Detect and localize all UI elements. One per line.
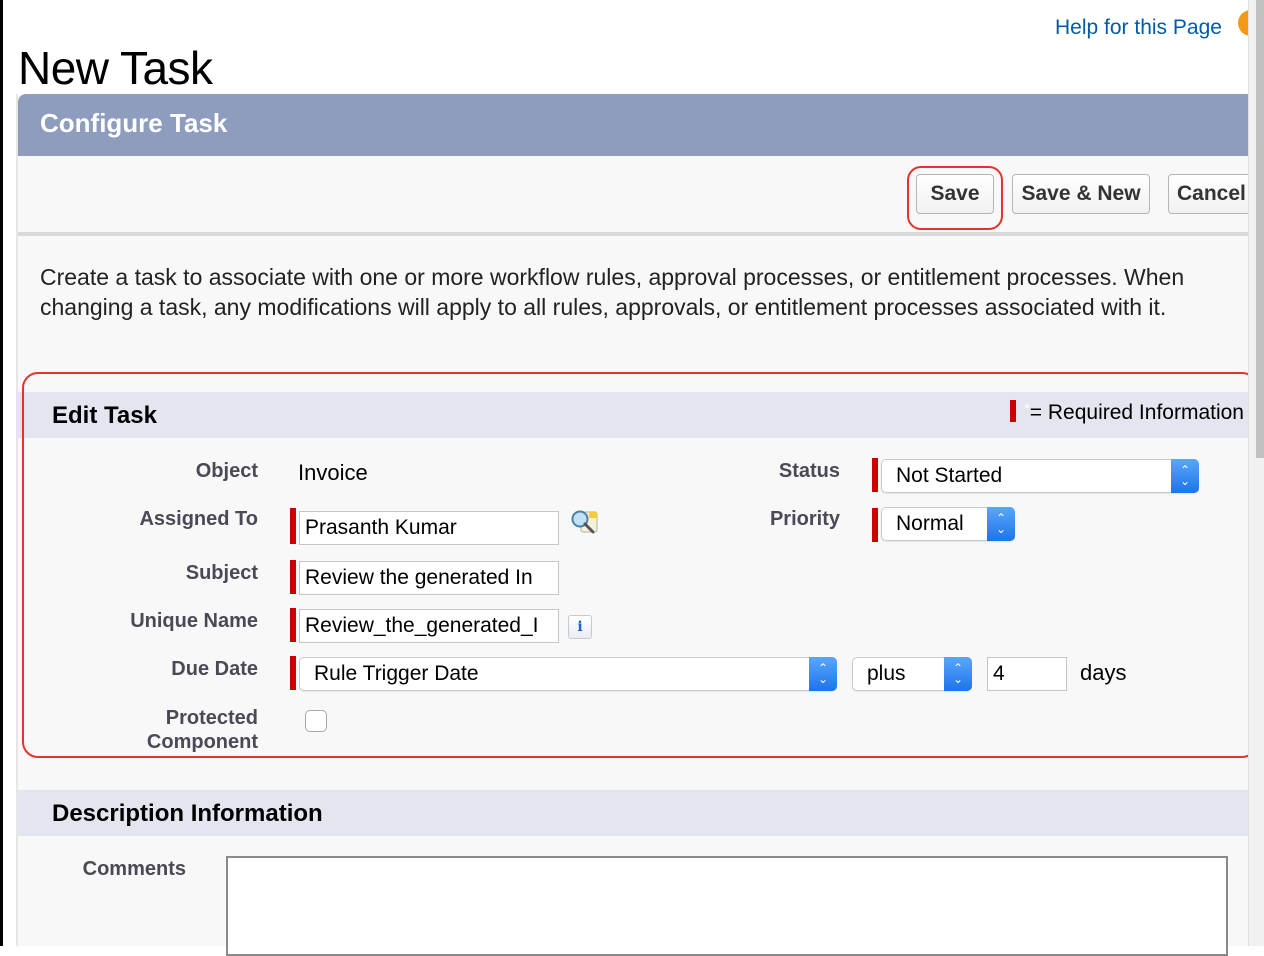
edit-task-annotation-outline xyxy=(22,372,1258,758)
configure-task-panel: Configure Task Save Save & New Cancel Cr… xyxy=(16,94,1258,956)
window-left-edge xyxy=(0,0,3,946)
description-header: Description Information xyxy=(18,790,1250,836)
save-annotation-outline xyxy=(907,166,1003,230)
help-link[interactable]: Help for this Page xyxy=(1055,16,1222,40)
panel-header: Configure Task xyxy=(18,94,1250,156)
cancel-button[interactable]: Cancel xyxy=(1168,174,1252,214)
page-title: New Task xyxy=(18,41,213,94)
panel-title: Configure Task xyxy=(40,108,228,138)
comments-label: Comments xyxy=(82,858,186,880)
scrollbar-thumb[interactable] xyxy=(1256,0,1264,458)
description-title: Description Information xyxy=(52,800,323,827)
comments-textarea[interactable] xyxy=(226,856,1228,956)
button-bar: Save Save & New Cancel xyxy=(18,156,1252,236)
intro-text: Create a task to associate with one or m… xyxy=(40,264,1185,320)
save-and-new-button[interactable]: Save & New xyxy=(1012,174,1150,214)
